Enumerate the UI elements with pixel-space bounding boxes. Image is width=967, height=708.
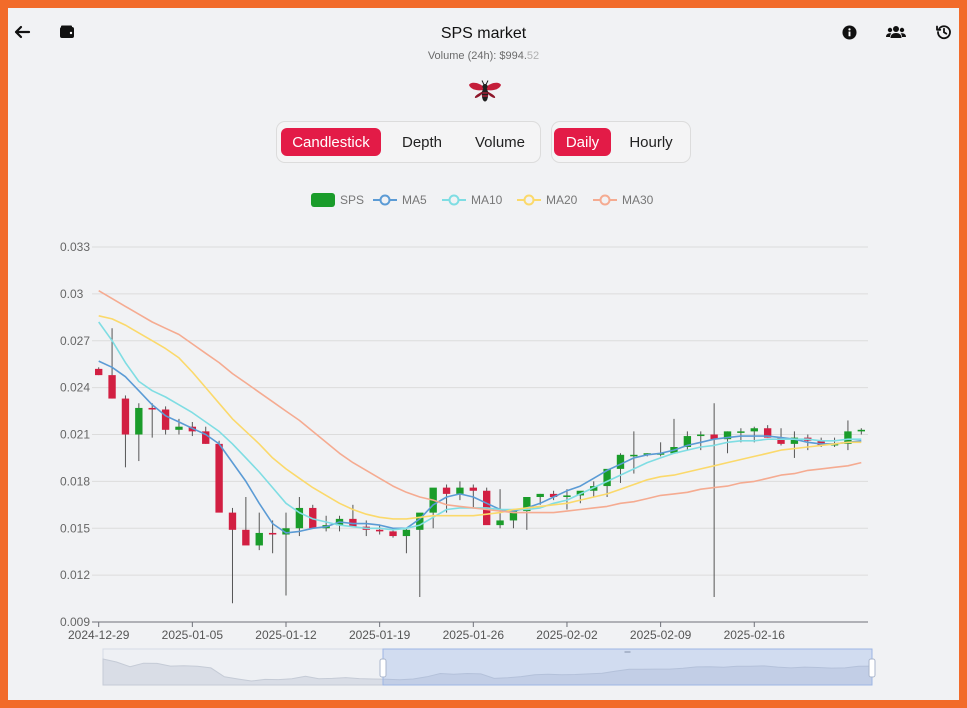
y-axis-labels: 0.033 0.03 0.027 0.024 0.021 0.018 0.015 0.012 0…	[60, 240, 90, 629]
y-tick-label: 0.018	[60, 474, 90, 488]
candle-body	[121, 398, 130, 435]
candle-body	[215, 443, 223, 513]
candle-body	[402, 529, 411, 537]
candle-body	[268, 532, 277, 535]
x-tick-label: 2025-01-05	[162, 628, 224, 642]
x-tick-label: 2024-12-29	[68, 628, 130, 642]
candle-body	[95, 368, 103, 376]
y-tick-label: 0.009	[60, 615, 90, 629]
candlestick-chart[interactable]: 0.033 0.03 0.027 0.024 0.021 0.018 0.015 0.012 0…	[8, 8, 959, 700]
ma30-line	[98, 290, 862, 514]
ma20-line	[98, 315, 862, 520]
candle-body	[255, 532, 263, 546]
candle-body	[630, 454, 638, 457]
y-tick-label: 0.027	[60, 334, 90, 348]
candle-body	[563, 495, 571, 497]
candle-body	[469, 487, 477, 491]
zoom-selection	[382, 648, 873, 686]
candle-body	[148, 407, 156, 410]
candle-body	[108, 375, 116, 399]
candles	[95, 328, 865, 604]
candle-body	[616, 454, 625, 469]
zoom-handle-left	[379, 658, 387, 678]
candle-body	[161, 409, 170, 430]
y-tick-label: 0.021	[60, 428, 90, 442]
candle-body	[135, 407, 143, 435]
y-tick-label: 0.024	[60, 381, 90, 395]
candle-body	[228, 512, 237, 530]
candle-body	[750, 428, 758, 432]
candle-body	[375, 529, 384, 532]
candle-body	[242, 529, 250, 546]
candle-body	[697, 434, 705, 437]
ma10-line	[98, 321, 862, 531]
app-window: SPS market Volume (24h): $994.52 Candles…	[8, 8, 959, 700]
y-tick-label: 0.03	[60, 287, 84, 301]
x-tick-label: 2025-02-02	[536, 628, 598, 642]
y-tick-label: 0.033	[60, 240, 90, 254]
zoom-move-handle	[624, 651, 631, 653]
x-tick-label: 2025-02-16	[724, 628, 786, 642]
zoom-handle-right	[868, 658, 876, 678]
candle-body	[175, 426, 183, 430]
x-tick-label: 2025-02-09	[630, 628, 692, 642]
candle-body	[496, 520, 504, 526]
x-tick-label: 2025-01-12	[255, 628, 317, 642]
candle-body	[442, 487, 451, 494]
x-tick-label: 2025-01-19	[349, 628, 411, 642]
candle-body	[857, 429, 865, 432]
moving-average-lines	[98, 290, 862, 534]
y-tick-label: 0.015	[60, 521, 90, 535]
y-tick-label: 0.012	[60, 568, 90, 582]
candle-body	[389, 531, 397, 537]
candle-body	[456, 487, 464, 494]
zoom-slider[interactable]	[102, 648, 876, 686]
candle-body	[737, 431, 745, 433]
x-tick-label: 2025-01-26	[443, 628, 505, 642]
candle-body	[536, 493, 544, 497]
x-axis: 2024-12-29 2025-01-05 2025-01-12 2025-01-19…	[68, 621, 868, 642]
